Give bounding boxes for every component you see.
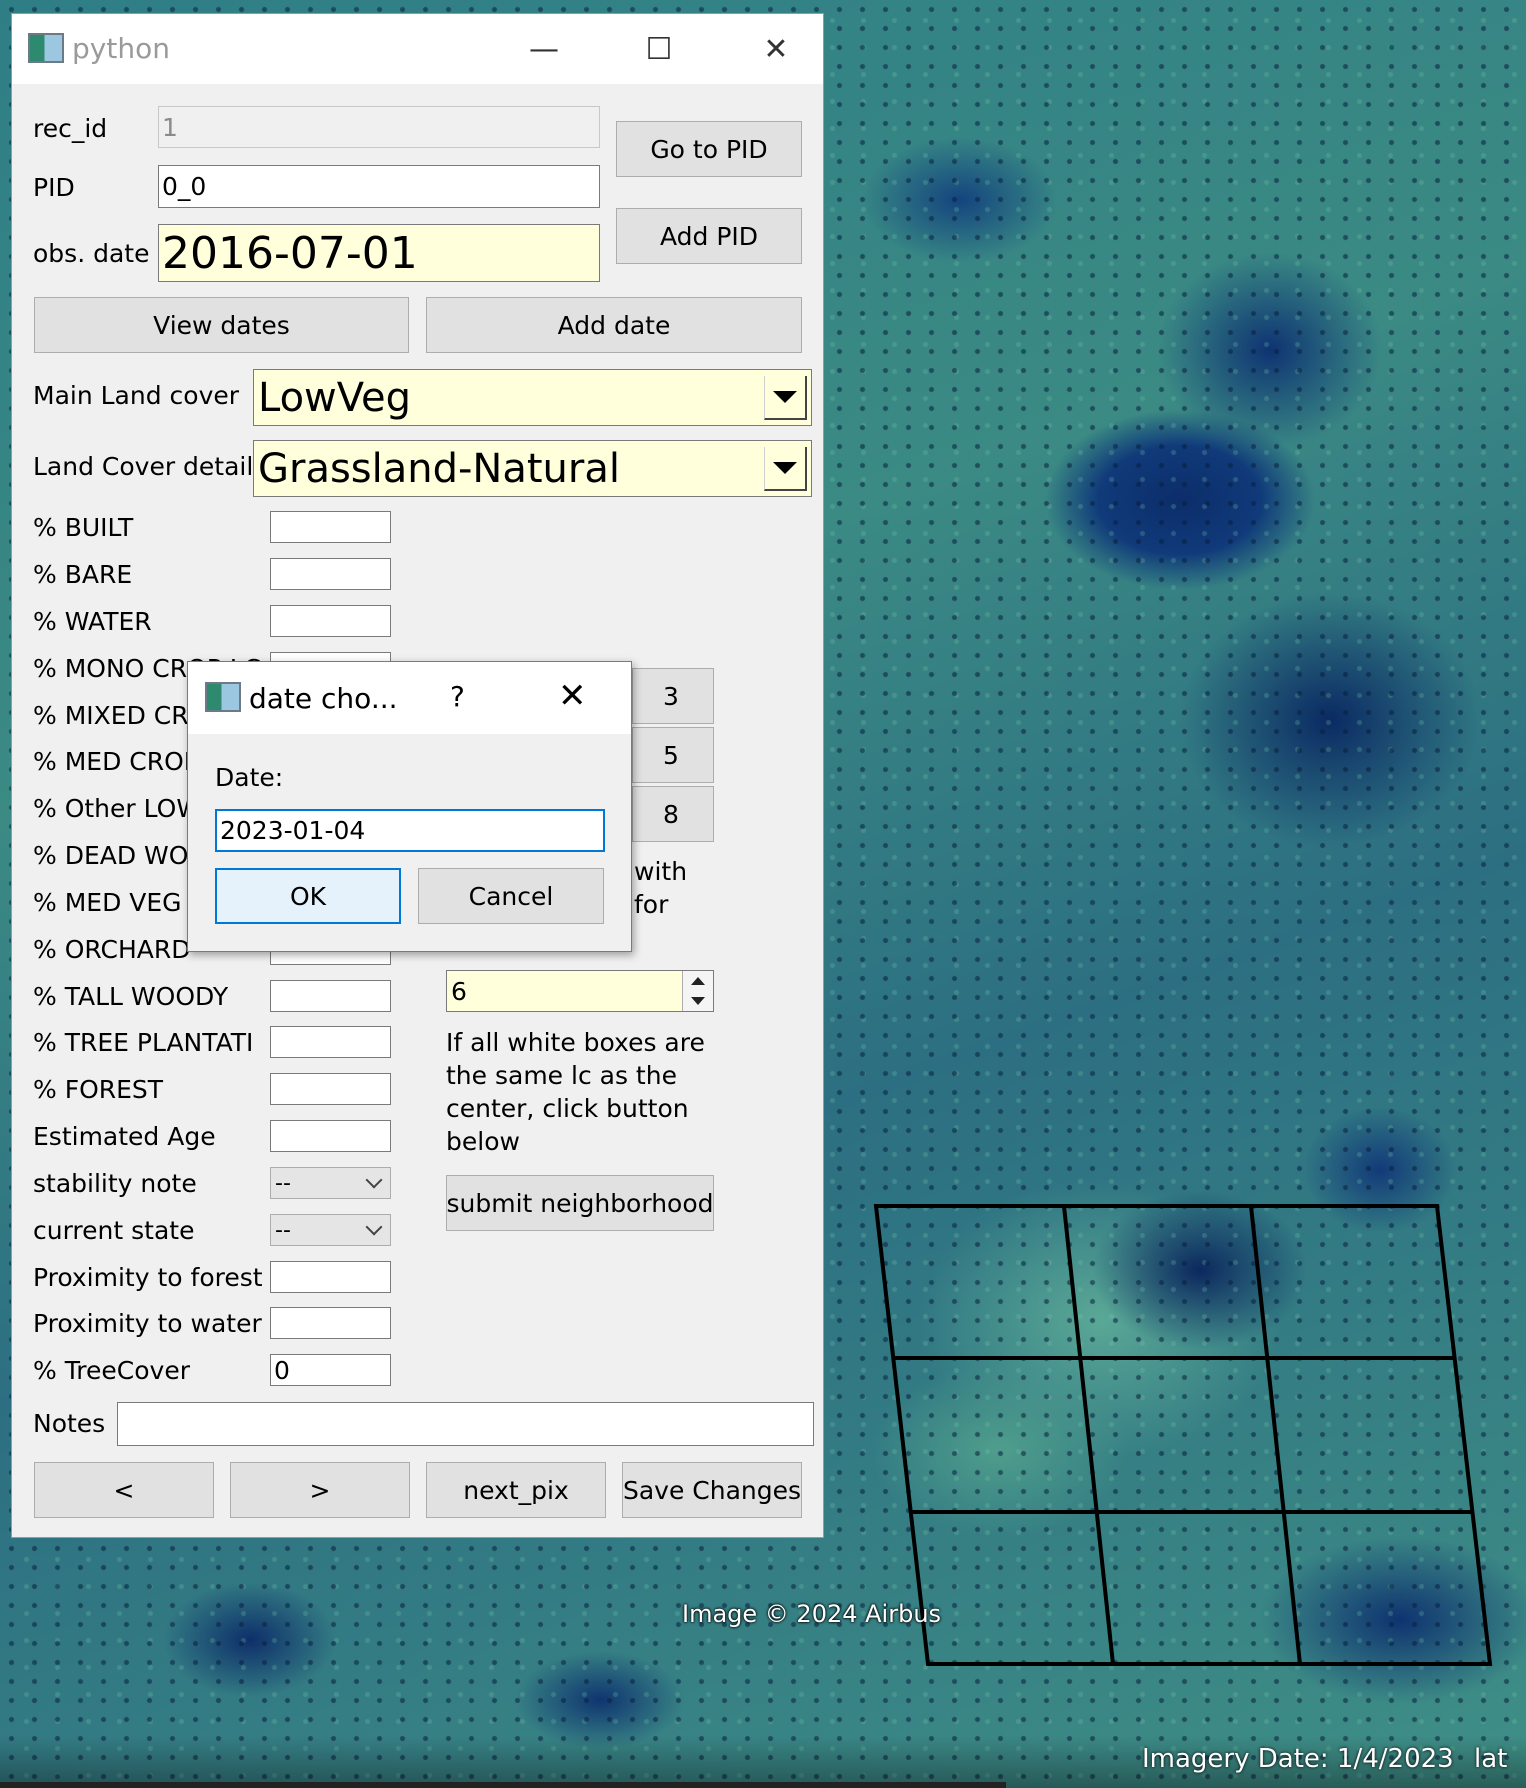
add-pid-button[interactable]: Add PID xyxy=(616,208,802,264)
notes-label: Notes xyxy=(33,1409,106,1438)
land-cover-detail-label: Land Cover detail xyxy=(33,452,254,481)
current-state-label: current state xyxy=(33,1216,195,1245)
estimated-age-label: Estimated Age xyxy=(33,1122,216,1151)
grid-vline-1 xyxy=(1062,1205,1115,1665)
obs-date-input[interactable]: 2016-07-01 xyxy=(158,224,600,282)
next-pix-button[interactable]: next_pix xyxy=(426,1462,606,1518)
date-chooser-dialog: date cho... ? ✕ Date: 2023-01-04 OK Canc… xyxy=(187,661,632,952)
python-app-icon xyxy=(205,682,241,712)
stability-note-select[interactable]: -- xyxy=(270,1167,391,1199)
window-title: python xyxy=(72,32,170,65)
dialog-title-bar[interactable]: date cho... ? ✕ xyxy=(188,662,631,734)
tree-cover-input[interactable]: 0 xyxy=(270,1354,391,1386)
date-input[interactable]: 2023-01-04 xyxy=(215,809,605,852)
submit-neighborhood-button[interactable]: submit neighborhood xyxy=(446,1175,714,1231)
pct-water-input[interactable] xyxy=(270,605,391,637)
stability-note-label: stability note xyxy=(33,1169,197,1198)
estimated-age-input[interactable] xyxy=(270,1120,391,1152)
current-state-value: -- xyxy=(275,1217,291,1243)
dialog-close-button[interactable]: ✕ xyxy=(558,676,587,716)
current-state-select[interactable]: -- xyxy=(270,1214,391,1246)
pct-bare-input[interactable] xyxy=(270,558,391,590)
pid-label: PID xyxy=(33,173,75,202)
neighborhood-button-8[interactable]: 8 xyxy=(632,786,714,842)
go-to-pid-button[interactable]: Go to PID xyxy=(616,121,802,177)
spinbox-value: 6 xyxy=(451,976,467,1006)
pct-other-low-label: % Other LOW xyxy=(33,794,202,823)
save-changes-button[interactable]: Save Changes xyxy=(622,1462,802,1518)
spinbox-arrows[interactable] xyxy=(682,971,713,1011)
instruction-line: the same lc as the xyxy=(446,1061,677,1090)
pid-input[interactable]: 0_0 xyxy=(158,165,600,208)
grid-vline-2 xyxy=(1249,1205,1302,1665)
dropdown-arrow-icon[interactable] xyxy=(764,376,807,420)
stability-note-value: -- xyxy=(275,1170,291,1196)
help-button[interactable]: ? xyxy=(450,680,465,713)
spin-up-icon[interactable] xyxy=(691,977,705,985)
cancel-button[interactable]: Cancel xyxy=(418,868,604,924)
chevron-down-icon xyxy=(365,1171,383,1189)
title-bar[interactable]: python — ☐ ✕ xyxy=(12,14,823,84)
proximity-water-label: Proximity to water xyxy=(33,1309,262,1338)
instruction-line: center, click button xyxy=(446,1094,689,1123)
pct-forest-label: % FOREST xyxy=(33,1075,164,1104)
proximity-forest-label: Proximity to forest xyxy=(33,1263,263,1292)
main-land-cover-label: Main Land cover xyxy=(33,381,240,410)
maximize-button[interactable]: ☐ xyxy=(604,14,714,84)
pct-tall-woody-label: % TALL WOODY xyxy=(33,982,229,1011)
main-land-cover-select[interactable]: LowVeg xyxy=(253,369,812,426)
pct-tall-woody-input[interactable] xyxy=(270,980,391,1012)
pct-tree-plantation-label: % TREE PLANTATI xyxy=(33,1028,254,1057)
dialog-title: date cho... xyxy=(249,682,398,715)
grid-outline xyxy=(873,1204,1493,1666)
pct-med-crop-label: % MED CROP xyxy=(33,747,199,776)
proximity-forest-input[interactable] xyxy=(270,1261,391,1293)
neighborhood-spinbox[interactable]: 6 xyxy=(446,970,714,1012)
imagery-date-label: Imagery Date: 1/4/2023 xyxy=(1142,1744,1454,1774)
pct-water-label: % WATER xyxy=(33,607,152,636)
pct-built-label: % BUILT xyxy=(33,513,134,542)
prev-button[interactable]: < xyxy=(34,1462,214,1518)
spin-down-icon[interactable] xyxy=(691,997,705,1005)
main-land-cover-value: LowVeg xyxy=(258,374,412,421)
minimize-button[interactable]: — xyxy=(489,14,599,84)
neighborhood-text-with: with xyxy=(634,857,688,886)
chevron-down-icon xyxy=(365,1218,383,1236)
neighborhood-instructions: If all white boxes are the same lc as th… xyxy=(446,1026,705,1158)
pct-forest-input[interactable] xyxy=(270,1073,391,1105)
tree-cover-label: % TreeCover xyxy=(33,1356,190,1385)
rec-id-label: rec_id xyxy=(33,114,108,143)
notes-input[interactable] xyxy=(117,1402,814,1446)
instruction-line: If all white boxes are xyxy=(446,1028,705,1057)
latitude-label: lat xyxy=(1474,1744,1508,1774)
view-dates-button[interactable]: View dates xyxy=(34,297,409,353)
neighborhood-text-for: for xyxy=(634,890,669,919)
next-button[interactable]: > xyxy=(230,1462,410,1518)
pct-med-veg-label: % MED VEG xyxy=(33,888,182,917)
proximity-water-input[interactable] xyxy=(270,1307,391,1339)
pct-dead-woody-label: % DEAD WOO xyxy=(33,841,209,870)
land-cover-detail-select[interactable]: Grassland-Natural xyxy=(253,440,812,497)
date-label: Date: xyxy=(215,763,284,792)
python-app-icon xyxy=(28,33,64,63)
instruction-line: below xyxy=(446,1127,520,1156)
close-button[interactable]: ✕ xyxy=(721,14,831,84)
land-cover-detail-value: Grassland-Natural xyxy=(258,445,620,492)
neighborhood-button-3[interactable]: 3 xyxy=(632,668,714,724)
add-date-button[interactable]: Add date xyxy=(426,297,802,353)
obs-date-label: obs. date xyxy=(33,239,150,268)
pct-built-input[interactable] xyxy=(270,511,391,543)
pct-bare-label: % BARE xyxy=(33,560,133,589)
neighborhood-button-5[interactable]: 5 xyxy=(632,727,714,783)
pct-orchard-label: % ORCHARD xyxy=(33,935,191,964)
imagery-attribution: Image © 2024 Airbus xyxy=(682,1600,942,1628)
pct-mixed-crop-label: % MIXED CR xyxy=(33,701,189,730)
rec-id-field: 1 xyxy=(158,106,600,148)
dropdown-arrow-icon[interactable] xyxy=(764,447,807,491)
ok-button[interactable]: OK xyxy=(215,868,401,924)
pct-tree-plantation-input[interactable] xyxy=(270,1026,391,1058)
